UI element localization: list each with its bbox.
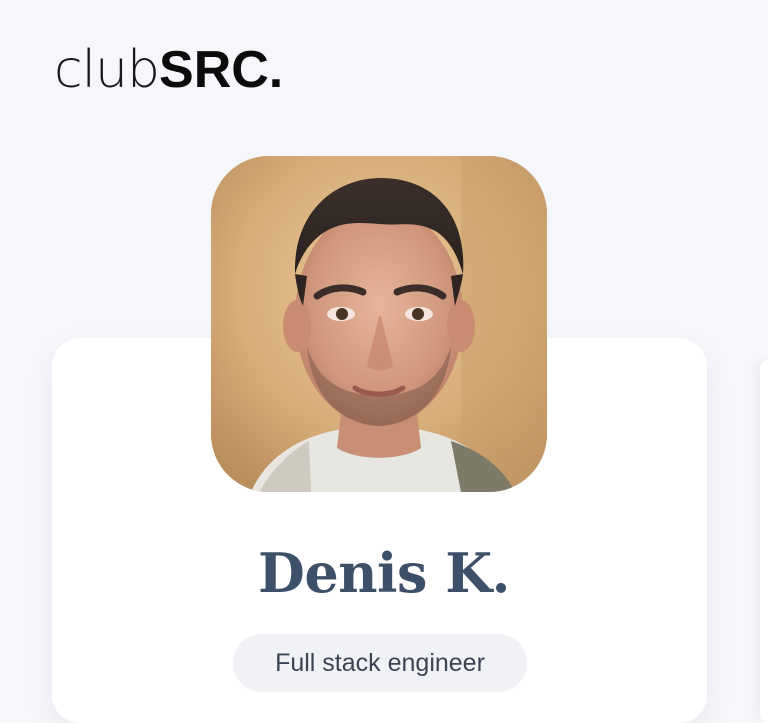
brand-logo-light: club — [54, 40, 160, 100]
profile-name: Denis K. — [258, 541, 510, 605]
avatar-photo — [211, 156, 547, 492]
brand-logo[interactable]: clubSRC. — [54, 38, 283, 102]
avatar — [211, 156, 547, 492]
brand-logo-bold: SRC. — [159, 41, 284, 99]
role-badge: Full stack engineer — [233, 634, 527, 692]
